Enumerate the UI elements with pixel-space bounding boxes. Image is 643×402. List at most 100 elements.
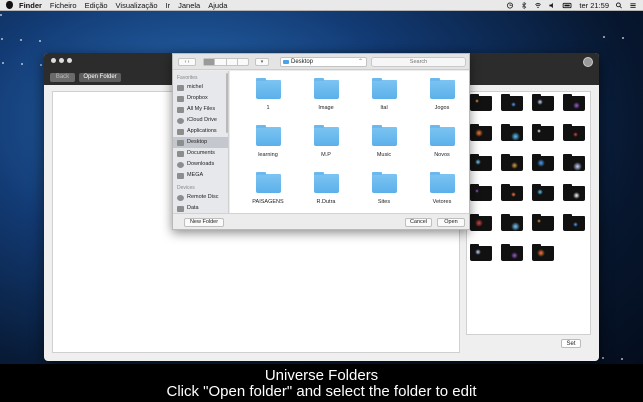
- space-folder-icon[interactable]: [563, 94, 585, 111]
- avatar[interactable]: [583, 57, 593, 67]
- cover-flow-icon[interactable]: [238, 59, 248, 65]
- sidebar-item-remote-disc[interactable]: Remote Disc: [173, 192, 228, 203]
- sidebar-item-icloud-drive[interactable]: iCloud Drive: [173, 115, 228, 126]
- space-folder-icon[interactable]: [501, 244, 523, 261]
- space-folder-icon[interactable]: [470, 244, 492, 261]
- file-item[interactable]: Ital: [355, 78, 413, 112]
- folder-icon: [313, 125, 339, 146]
- sidebar-item-dropbox[interactable]: Dropbox: [173, 93, 228, 104]
- location-popup[interactable]: Desktop ⌃: [280, 57, 367, 67]
- search-input[interactable]: [371, 57, 466, 67]
- view-mode-selector[interactable]: [203, 58, 249, 66]
- file-item[interactable]: R.Dutra: [297, 172, 355, 206]
- back-button[interactable]: Back: [50, 73, 75, 82]
- sidebar-item-label: Downloads: [187, 161, 215, 167]
- space-folder-icon[interactable]: [501, 184, 523, 201]
- space-folder-icon[interactable]: [470, 124, 492, 141]
- open-folder-button[interactable]: Open Folder: [79, 73, 121, 82]
- time-machine-icon[interactable]: [506, 1, 514, 9]
- file-label: Jogos: [434, 105, 450, 111]
- menu-edicao[interactable]: Edição: [85, 1, 108, 10]
- sidebar-item-label: Remote Disc: [187, 194, 219, 200]
- file-item[interactable]: M.P: [297, 125, 355, 159]
- space-folder-icon[interactable]: [532, 94, 554, 111]
- wifi-icon[interactable]: [534, 2, 542, 9]
- notification-center-icon[interactable]: [629, 2, 637, 9]
- cancel-button[interactable]: Cancel: [405, 218, 432, 227]
- sidebar-scrollbar[interactable]: [226, 73, 228, 133]
- space-folder-icon[interactable]: [532, 154, 554, 171]
- file-item[interactable]: Sites: [355, 172, 413, 206]
- sidebar-item-michel[interactable]: michel: [173, 82, 228, 93]
- arrange-menu[interactable]: ▾: [255, 58, 269, 66]
- menu-finder[interactable]: Finder: [19, 1, 42, 10]
- file-item[interactable]: Image: [297, 78, 355, 112]
- space-folder-icon[interactable]: [532, 214, 554, 231]
- space-folder-icon[interactable]: [470, 94, 492, 111]
- sidebar-item-downloads[interactable]: Downloads: [173, 159, 228, 170]
- open-button[interactable]: Open: [437, 218, 465, 227]
- apple-icon[interactable]: [6, 1, 13, 9]
- space-folder-icon[interactable]: [501, 154, 523, 171]
- sidebar-item-label: Documents: [187, 150, 215, 156]
- space-folder-icon[interactable]: [563, 124, 585, 141]
- space-folder-icon[interactable]: [563, 214, 585, 231]
- sidebar-item-documents[interactable]: Documents: [173, 148, 228, 159]
- space-folder-icon[interactable]: [501, 124, 523, 141]
- folder-icon: [371, 172, 397, 193]
- sidebar-item-desktop[interactable]: Desktop: [173, 137, 228, 148]
- file-item[interactable]: Jogos: [413, 78, 471, 112]
- file-item[interactable]: Vetores: [413, 172, 471, 206]
- sidebar-item-applications[interactable]: Applications: [173, 126, 228, 137]
- file-item[interactable]: Music: [355, 125, 413, 159]
- zoom-icon[interactable]: [67, 58, 72, 63]
- volume-icon[interactable]: [548, 2, 556, 9]
- column-view-icon[interactable]: [227, 59, 238, 65]
- close-icon[interactable]: [51, 58, 56, 63]
- menu-ficheiro[interactable]: Ficheiro: [50, 1, 77, 10]
- menubar-clock[interactable]: ter 21:59: [579, 1, 609, 10]
- menu-janela[interactable]: Janela: [178, 1, 200, 10]
- new-folder-button[interactable]: New Folder: [184, 218, 224, 227]
- file-item[interactable]: PAISAGENS: [239, 172, 297, 206]
- star: [39, 40, 41, 42]
- file-item[interactable]: Novos: [413, 125, 471, 159]
- sidebar-item-data[interactable]: Data: [173, 203, 228, 213]
- window-controls: [51, 58, 72, 63]
- menu-bar: Finder Ficheiro Edição Visualização Ir J…: [0, 0, 643, 11]
- folder-icon: [313, 172, 339, 193]
- back-forward-buttons[interactable]: ‹ ›: [178, 58, 196, 66]
- star: [602, 357, 604, 359]
- menu-ajuda[interactable]: Ajuda: [208, 1, 227, 10]
- file-label: learning: [258, 152, 278, 158]
- file-label: M.P: [321, 152, 331, 158]
- space-folder-icon[interactable]: [563, 154, 585, 171]
- sidebar-item-mega[interactable]: MEGA: [173, 170, 228, 181]
- space-folder-icon[interactable]: [501, 94, 523, 111]
- menu-ir[interactable]: Ir: [166, 1, 171, 10]
- space-folder-icon[interactable]: [470, 154, 492, 171]
- space-folder-icon[interactable]: [532, 244, 554, 261]
- list-view-icon[interactable]: [215, 59, 227, 65]
- space-folder-icon[interactable]: [532, 184, 554, 201]
- space-folder-icon[interactable]: [501, 214, 523, 231]
- folder-icon: [371, 125, 397, 146]
- star: [622, 37, 624, 39]
- location-label: Desktop: [291, 59, 314, 65]
- battery-icon[interactable]: [562, 2, 573, 9]
- space-folder-icon[interactable]: [532, 124, 554, 141]
- file-grid: 1 Image Ital Jogos learning M.P Music Novos PAIS…: [239, 78, 467, 206]
- file-item[interactable]: learning: [239, 125, 297, 159]
- file-item[interactable]: 1: [239, 78, 297, 112]
- search-icon[interactable]: [615, 2, 623, 9]
- space-folder-icon[interactable]: [470, 184, 492, 201]
- icon-view-icon[interactable]: [204, 59, 216, 65]
- space-folder-icon[interactable]: [563, 184, 585, 201]
- set-button[interactable]: Set: [561, 339, 581, 348]
- bluetooth-icon[interactable]: [520, 1, 528, 9]
- minimize-icon[interactable]: [59, 58, 64, 63]
- menu-visualizacao[interactable]: Visualização: [116, 1, 158, 10]
- space-folder-icon[interactable]: [470, 214, 492, 231]
- sidebar-item-all-my-files[interactable]: All My Files: [173, 104, 228, 115]
- sidebar-item-label: iCloud Drive: [187, 117, 217, 123]
